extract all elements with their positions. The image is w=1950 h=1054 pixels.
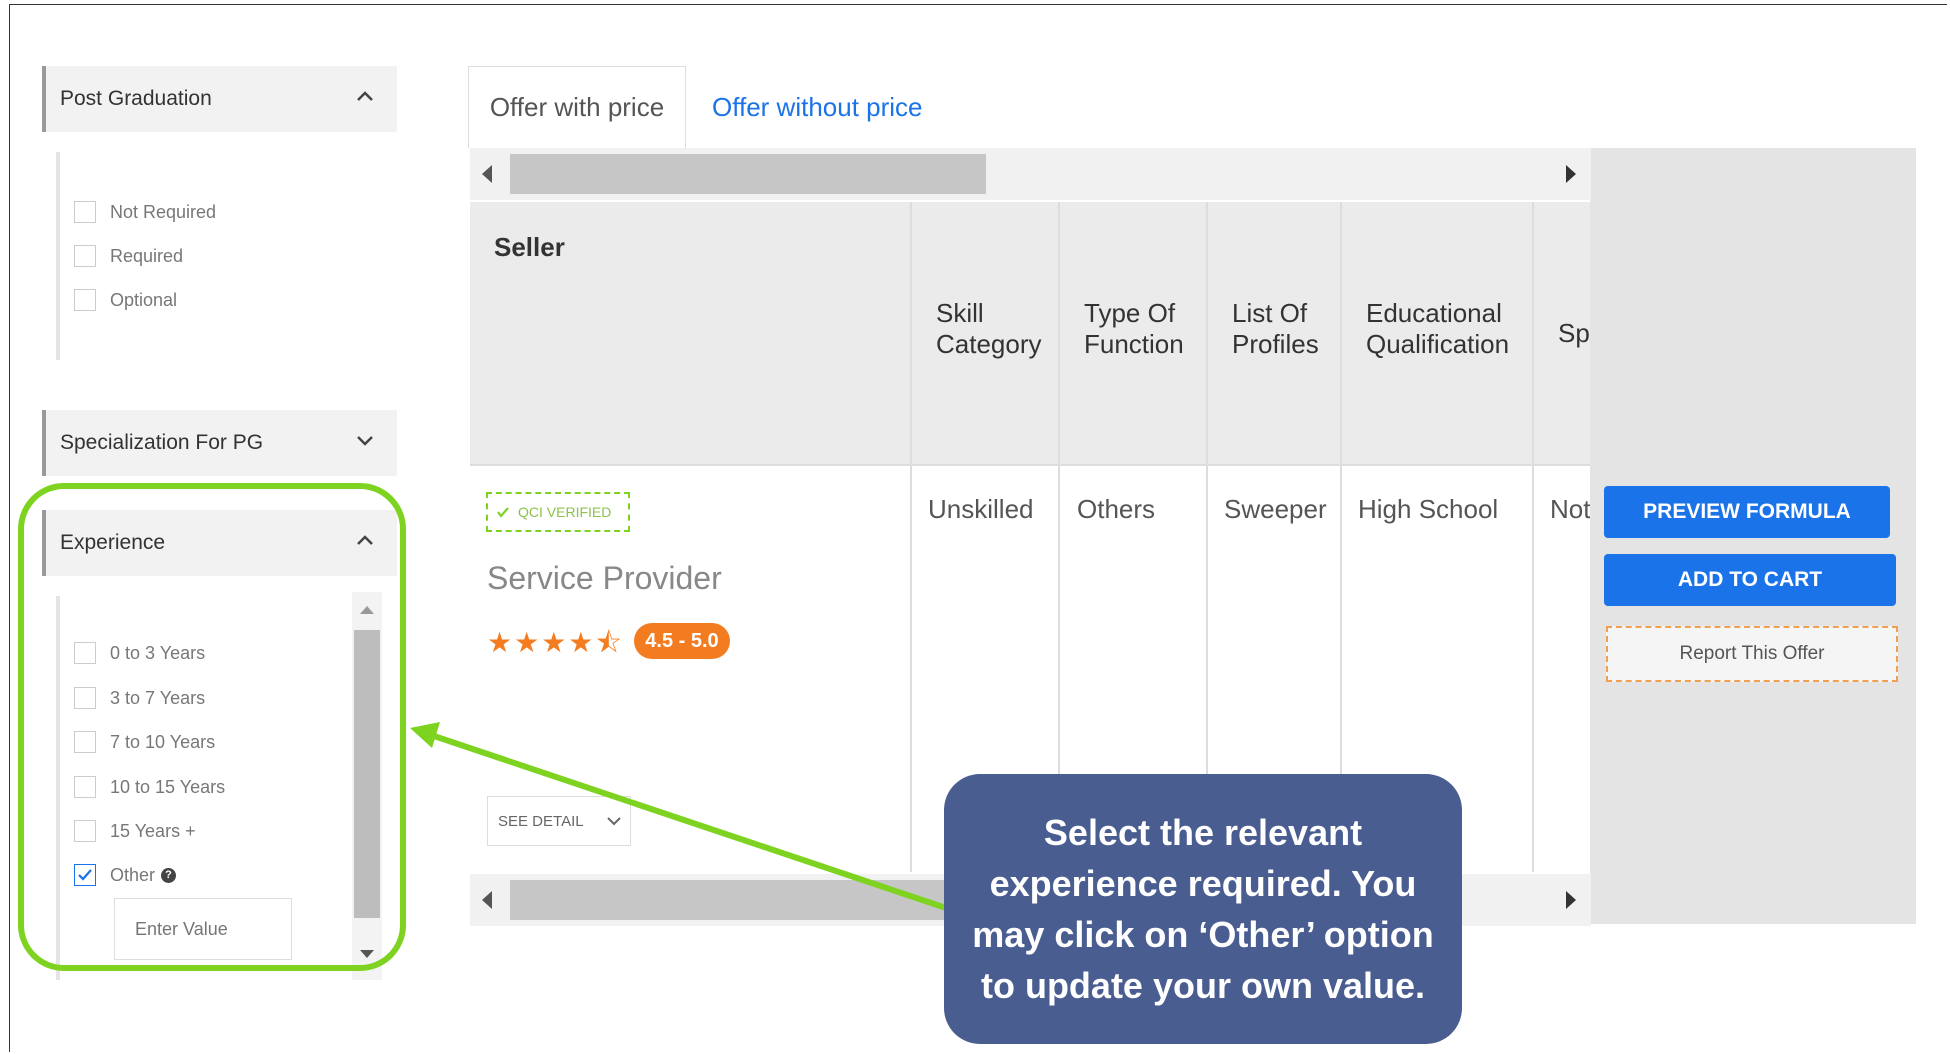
option-optional[interactable]: Optional (74, 285, 177, 315)
row-divider (470, 464, 1590, 466)
scroll-left-icon[interactable] (482, 165, 492, 183)
scrollbar-thumb[interactable] (510, 154, 986, 194)
scroll-right-icon[interactable] (1566, 165, 1576, 183)
checkbox[interactable] (74, 201, 96, 223)
column-divider (1058, 202, 1060, 872)
header-label: Sp (1558, 318, 1590, 348)
header-seller: Seller (470, 202, 910, 464)
dropdown-label: SEE DETAIL (498, 812, 584, 830)
add-to-cart-button[interactable]: ADD TO CART (1604, 554, 1896, 606)
option-label: Not Required (110, 201, 217, 222)
header-type-of-function: Type Of Function (1060, 202, 1206, 464)
chevron-up-icon (357, 91, 373, 101)
option-required[interactable]: Required (74, 241, 183, 271)
instruction-callout: Select the relevant experience required.… (944, 774, 1462, 1044)
panel-divider (56, 152, 60, 360)
option-label: Optional (110, 289, 178, 310)
header-truncated: Sp (1534, 202, 1590, 464)
scroll-right-icon[interactable] (1566, 891, 1576, 909)
report-offer-button[interactable]: Report This Offer (1606, 626, 1898, 682)
tab-offer-without-price[interactable]: Offer without price (712, 66, 923, 148)
checkbox[interactable] (74, 245, 96, 267)
chevron-down-icon (606, 817, 621, 826)
header-label: List Of (1232, 298, 1308, 328)
qci-verified-badge: QCI VERIFIED (486, 492, 630, 532)
column-divider (1340, 202, 1342, 872)
cell-educational-qualification: High School (1358, 494, 1499, 524)
column-divider (1532, 202, 1534, 872)
cell-type-of-function: Others (1077, 494, 1156, 524)
header-label: Skill (936, 298, 984, 328)
chevron-down-icon (357, 436, 373, 446)
header-label: Profiles (1232, 329, 1319, 359)
header-label: Function (1084, 329, 1184, 359)
rating-badge: 4.5 - 5.0 (634, 623, 730, 659)
header-skill-category: Skill Category (912, 202, 1058, 464)
header-list-of-profiles: List Of Profiles (1208, 202, 1340, 464)
header-label: Qualification (1366, 329, 1510, 359)
seller-name[interactable]: Service Provider (487, 560, 722, 597)
checkbox[interactable] (74, 289, 96, 311)
tab-offer-with-price[interactable]: Offer with price (468, 66, 686, 148)
scrollbar-thumb[interactable] (510, 880, 950, 920)
cell-skill-category: Unskilled (928, 494, 1034, 524)
post-graduation-title: Post Graduation (60, 87, 212, 110)
see-detail-dropdown[interactable]: SEE DETAIL (487, 796, 631, 846)
specialization-header[interactable]: Specialization For PG (42, 410, 397, 476)
preview-formula-button[interactable]: PREVIEW FORMULA (1604, 486, 1890, 538)
scroll-left-icon[interactable] (482, 891, 492, 909)
post-graduation-header[interactable]: Post Graduation (42, 66, 397, 132)
option-label: Required (110, 245, 184, 266)
column-divider (910, 202, 912, 872)
cell-truncated: Not (1550, 494, 1590, 524)
header-label: Seller (494, 232, 565, 262)
column-divider (1206, 202, 1208, 872)
experience-highlight (18, 483, 406, 971)
badge-label: QCI VERIFIED (518, 504, 612, 520)
checkmark-icon (497, 507, 509, 518)
option-not-required[interactable]: Not Required (74, 197, 216, 227)
header-label: Type Of (1084, 298, 1176, 328)
header-label: Category (936, 329, 1042, 359)
star-rating-icon: ★★★★⯪ (487, 627, 624, 658)
specialization-title: Specialization For PG (60, 431, 264, 454)
header-label: Educational (1366, 298, 1502, 328)
header-educational-qualification: Educational Qualification (1342, 202, 1532, 464)
cell-list-of-profiles: Sweeper (1224, 494, 1327, 524)
